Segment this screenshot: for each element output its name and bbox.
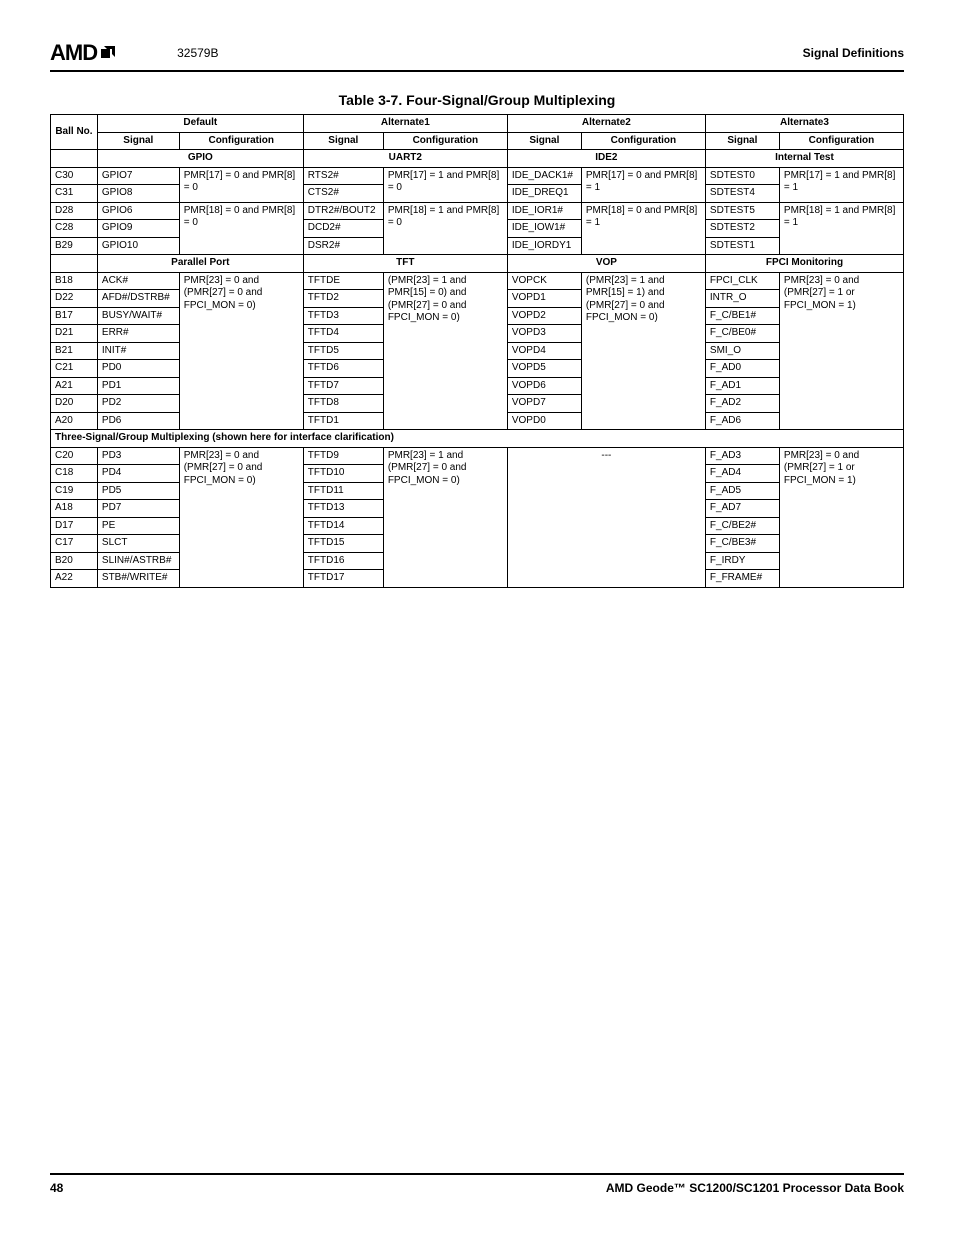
col-alt2-group: Alternate2	[507, 115, 705, 133]
group2-alt3: FPCI Monitoring	[705, 255, 903, 273]
page-number: 48	[50, 1181, 63, 1195]
col-alt2-config: Configuration	[581, 132, 705, 150]
multiplexing-table: Ball No. Default Alternate1 Alternate2 A…	[50, 114, 904, 588]
table-row: C30 GPIO7 PMR[17] = 0 and PMR[8] = 0 RTS…	[51, 167, 904, 185]
book-title: AMD Geode™ SC1200/SC1201 Processor Data …	[606, 1181, 904, 1195]
group2-alt2: VOP	[507, 255, 705, 273]
col-alt3-signal: Signal	[705, 132, 779, 150]
doc-number: 32579B	[177, 46, 218, 60]
col-alt1-config: Configuration	[383, 132, 507, 150]
col-alt3-config: Configuration	[779, 132, 903, 150]
group1-alt2: IDE2	[507, 150, 705, 168]
group2-default: Parallel Port	[97, 255, 303, 273]
section-note: Three-Signal/Group Multiplexing (shown h…	[51, 430, 904, 448]
group1-alt3: Internal Test	[705, 150, 903, 168]
col-alt1-group: Alternate1	[303, 115, 507, 133]
table-row: D28 GPIO6 PMR[18] = 0 and PMR[8] = 0 DTR…	[51, 202, 904, 220]
brand-logo: AMD	[50, 40, 117, 66]
brand-text: AMD	[50, 40, 97, 66]
section-note-row: Three-Signal/Group Multiplexing (shown h…	[51, 430, 904, 448]
col-alt2-signal: Signal	[507, 132, 581, 150]
page-footer: 48 AMD Geode™ SC1200/SC1201 Processor Da…	[50, 1173, 904, 1195]
group1-header: GPIO UART2 IDE2 Internal Test	[51, 150, 904, 168]
group2-header: Parallel Port TFT VOP FPCI Monitoring	[51, 255, 904, 273]
section-title: Signal Definitions	[803, 46, 904, 60]
col-default-group: Default	[97, 115, 303, 133]
col-default-config: Configuration	[179, 132, 303, 150]
group2-alt1: TFT	[303, 255, 507, 273]
page-header: AMD 32579B Signal Definitions	[50, 40, 904, 72]
table-row: C20 PD3 PMR[23] = 0 and (PMR[27] = 0 and…	[51, 447, 904, 465]
brand-arrow-icon	[99, 44, 117, 62]
col-default-signal: Signal	[97, 132, 179, 150]
col-ball: Ball No.	[51, 115, 98, 150]
table-row: B18 ACK# PMR[23] = 0 and (PMR[27] = 0 an…	[51, 272, 904, 290]
header-row-2: Signal Configuration Signal Configuratio…	[51, 132, 904, 150]
group1-alt1: UART2	[303, 150, 507, 168]
header-row-1: Ball No. Default Alternate1 Alternate2 A…	[51, 115, 904, 133]
table-caption: Table 3-7. Four-Signal/Group Multiplexin…	[50, 92, 904, 108]
group1-default: GPIO	[97, 150, 303, 168]
col-alt1-signal: Signal	[303, 132, 383, 150]
col-alt3-group: Alternate3	[705, 115, 903, 133]
